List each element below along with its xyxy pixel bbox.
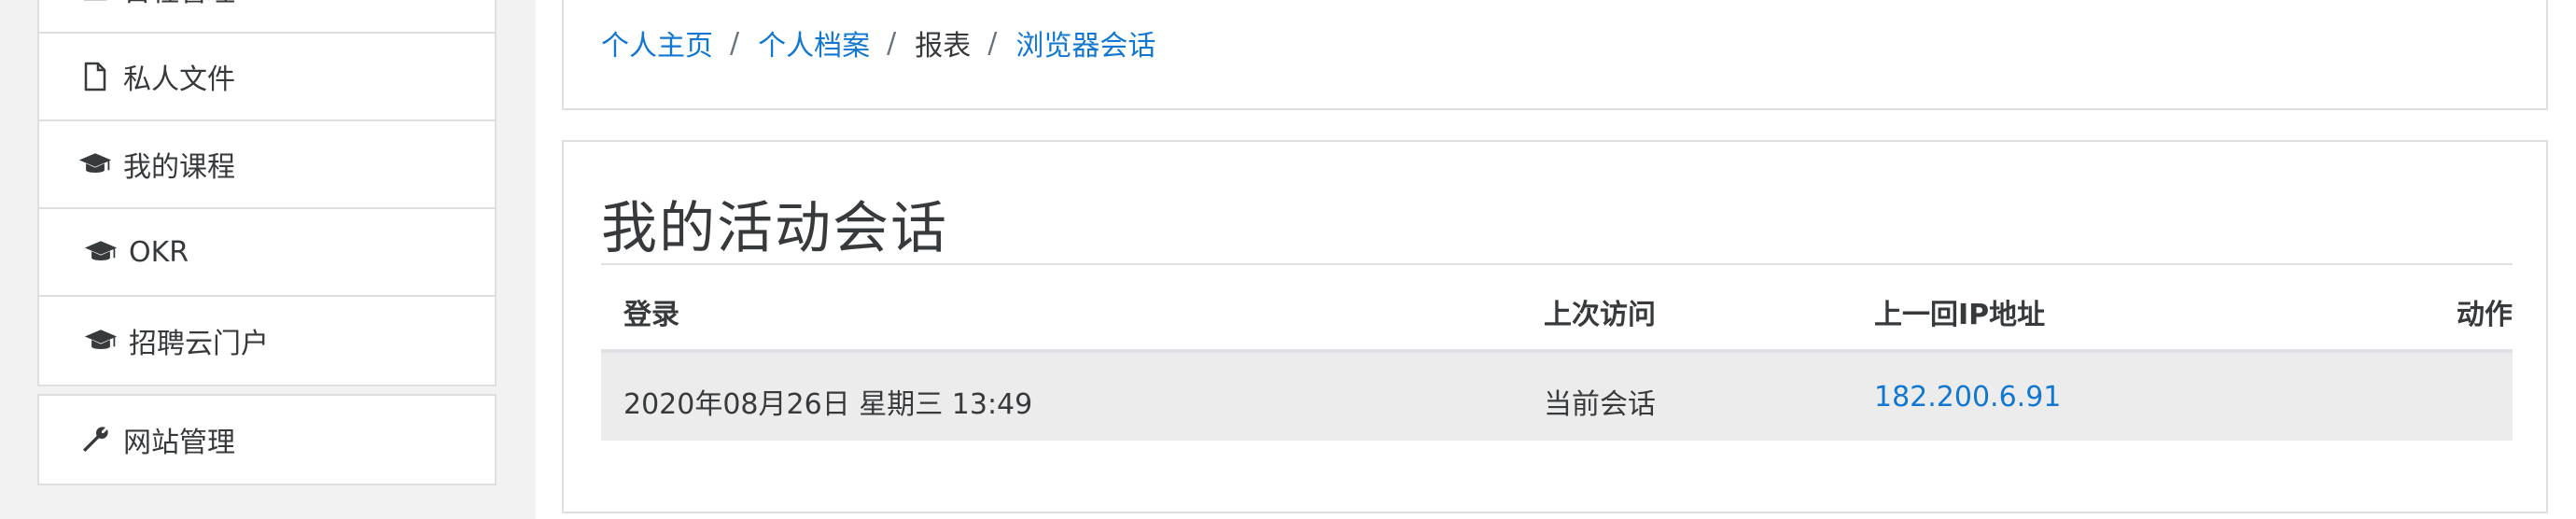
header-last-ip[interactable]: 上一回IP地址: [1874, 291, 2045, 332]
nav-item-label: 日程管理: [123, 0, 235, 9]
wrench-icon: [78, 423, 112, 456]
header-last-access[interactable]: 上次访问: [1544, 291, 1656, 332]
header-login[interactable]: 登录: [623, 291, 679, 332]
breadcrumb-browser-sessions-link[interactable]: 浏览器会话: [1015, 22, 1155, 63]
nav-item-label: OKR: [129, 235, 189, 269]
nav-item-recruitment-portal[interactable]: 招聘云门户: [39, 297, 495, 385]
nav-item-label: 私人文件: [123, 63, 235, 96]
nav-item-calendar[interactable]: 日程管理: [39, 0, 495, 34]
nav-item-label: 网站管理: [123, 427, 235, 459]
graduation-cap-icon: [78, 147, 112, 181]
breadcrumb-reports: 报表: [915, 30, 972, 63]
breadcrumb-separator: /: [887, 26, 897, 60]
nav-item-okr[interactable]: OKR: [39, 209, 495, 297]
breadcrumb-profile-link[interactable]: 个人档案: [758, 22, 870, 63]
cell-last-access: 当前会话: [1544, 388, 1656, 421]
breadcrumb: 个人主页 / 个人档案 / 报表 / 浏览器会话: [601, 22, 1155, 63]
table-header: 登录 上次访问 上一回IP地址 动作: [601, 265, 2513, 353]
nav-item-site-admin[interactable]: 网站管理: [39, 396, 495, 484]
nav-block-main: 日程管理 私人文件 我的课程 OKR 招聘云门户: [37, 0, 497, 386]
graduation-cap-icon: [84, 324, 118, 358]
nav-item-label: 我的课程: [123, 151, 235, 184]
breadcrumb-home-link[interactable]: 个人主页: [601, 22, 713, 63]
cell-login: 2020年08月26日 星期三 13:49: [623, 388, 1033, 421]
header-action: 动作: [2457, 299, 2513, 331]
cell-last-ip-link[interactable]: 182.200.6.91: [1874, 381, 2061, 414]
nav-item-private-files[interactable]: 私人文件: [39, 34, 495, 121]
breadcrumb-separator: /: [987, 26, 998, 60]
calendar-icon: [78, 0, 112, 6]
file-icon: [78, 60, 112, 93]
graduation-cap-icon: [84, 235, 118, 269]
nav-item-my-courses[interactable]: 我的课程: [39, 121, 495, 209]
sessions-table: 登录 上次访问 上一回IP地址 动作 2020年08月26日 星期三 13:49…: [601, 265, 2513, 441]
nav-drawer: 日程管理 私人文件 我的课程 OKR 招聘云门户: [0, 0, 536, 519]
breadcrumb-card: 个人主页 / 个人档案 / 报表 / 浏览器会话: [562, 0, 2548, 110]
nav-block-admin: 网站管理: [37, 394, 497, 485]
sessions-card: 我的活动会话 登录 上次访问 上一回IP地址 动作 2020年08月26日 星期…: [562, 140, 2548, 513]
table-row: 2020年08月26日 星期三 13:49 当前会话 182.200.6.91: [601, 353, 2513, 441]
page-title: 我的活动会话: [601, 196, 948, 261]
breadcrumb-separator: /: [730, 26, 740, 60]
main-region: 个人主页 / 个人档案 / 报表 / 浏览器会话 我的活动会话 登录 上次访问 …: [536, 0, 2576, 519]
nav-item-label: 招聘云门户: [129, 328, 269, 360]
